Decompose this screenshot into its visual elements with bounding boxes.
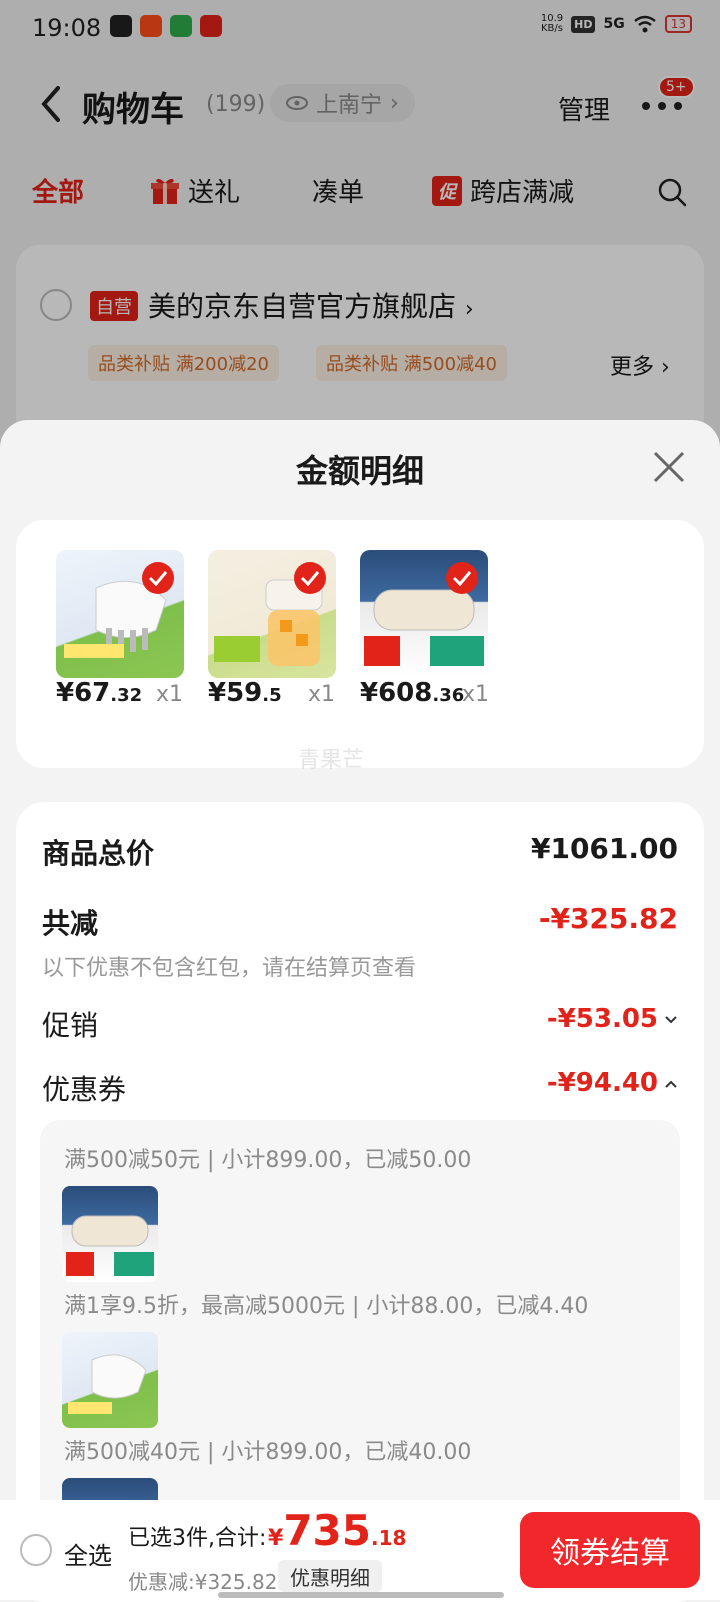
total-price-value: ¥1061.00 <box>530 832 678 865</box>
product-item[interactable] <box>360 550 490 678</box>
watermark: 青果芒 <box>298 748 365 773</box>
total-price-label: 商品总价 <box>42 837 155 870</box>
product-price: ¥67.32 <box>56 678 143 708</box>
discount-detail-button[interactable]: 优惠明细 <box>278 1560 382 1592</box>
product-qty: x1 <box>156 682 184 707</box>
reduce-value: -¥325.82 <box>538 902 678 935</box>
product-item[interactable] <box>208 550 338 678</box>
product-thumbnail <box>56 550 184 678</box>
total-amount: ¥735.18 <box>268 1506 407 1555</box>
checkout-bar: 全选 已选3件,合计: ¥735.18 优惠减:¥325.82 优惠明细 领券结… <box>0 1500 720 1600</box>
product-price: ¥59.5 <box>208 678 282 708</box>
coupon-label: 优惠券 <box>42 1073 127 1106</box>
amount-detail-sheet: 金额明细 ¥67.32 x1 ¥59.5 x1 ¥608.36 x1 青果芒 商… <box>0 420 720 1602</box>
product-qty: x1 <box>308 682 336 707</box>
sheet-title: 金额明细 <box>295 452 424 490</box>
product-item[interactable] <box>56 550 186 678</box>
coupon-line: 满500减50元 | 小计899.00，已减50.00 <box>64 1148 472 1173</box>
coupon-line: 满500减40元 | 小计899.00，已减40.00 <box>64 1440 472 1465</box>
promo-value: -¥53.05 <box>546 1004 658 1034</box>
coupon-product-thumbnail <box>62 1186 158 1282</box>
coupon-value: -¥94.40 <box>546 1068 658 1098</box>
selected-summary: 已选3件,合计: <box>128 1526 267 1551</box>
price-detail-card: 商品总价 ¥1061.00 共减 -¥325.82 以下优惠不包含红包，请在结算… <box>16 802 704 1602</box>
discount-summary: 优惠减:¥325.82 <box>128 1570 278 1594</box>
promo-row[interactable]: -¥53.05 <box>547 1004 678 1034</box>
promo-label: 促销 <box>42 1009 99 1042</box>
checked-icon <box>294 562 326 594</box>
product-thumbnail <box>208 550 336 678</box>
coupon-product-thumbnail <box>62 1332 158 1428</box>
home-indicator[interactable] <box>218 1592 504 1598</box>
product-price: ¥608.36 <box>360 678 465 708</box>
chevron-up-icon <box>665 1080 677 1088</box>
reduce-note: 以下优惠不包含红包，请在结算页查看 <box>42 956 417 981</box>
selected-products-card: ¥67.32 x1 ¥59.5 x1 ¥608.36 x1 <box>16 520 704 768</box>
checked-icon <box>446 562 478 594</box>
checkout-button[interactable]: 领券结算 <box>520 1512 700 1588</box>
product-thumbnail <box>360 550 488 678</box>
select-all-label[interactable]: 全选 <box>64 1536 112 1571</box>
reduce-label: 共减 <box>42 907 99 940</box>
checked-icon <box>142 562 174 594</box>
close-icon[interactable] <box>652 450 686 484</box>
chevron-down-icon <box>665 1015 677 1023</box>
product-qty: x1 <box>462 682 490 707</box>
select-all-radio[interactable] <box>20 1534 52 1566</box>
coupon-line: 满1享9.5折，最高减5000元 | 小计88.00，已减4.40 <box>64 1294 589 1319</box>
coupon-row[interactable]: -¥94.40 <box>547 1068 678 1098</box>
